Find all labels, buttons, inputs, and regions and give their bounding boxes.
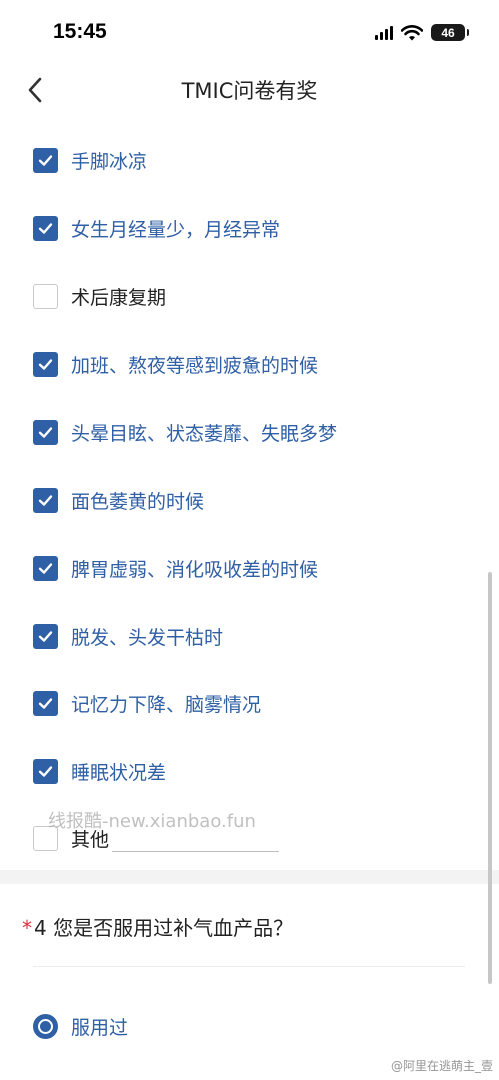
radio-label: 服用过 xyxy=(71,1017,129,1039)
option-label: 记忆力下降、脑雾情况 xyxy=(71,693,262,716)
option-label: 脾胃虚弱、消化吸收差的时候 xyxy=(71,558,319,581)
option-item[interactable]: 术后康复期 xyxy=(33,282,166,310)
checkbox-unchecked-icon[interactable] xyxy=(33,283,58,309)
option-item[interactable]: 手脚冰凉 xyxy=(33,146,147,174)
other-input[interactable] xyxy=(112,851,279,852)
option-label: 面色萎黄的时候 xyxy=(71,490,205,513)
option-item[interactable]: 加班、熬夜等感到疲惫的时候 xyxy=(33,350,318,378)
option-item[interactable]: 女生月经量少，月经异常 xyxy=(33,214,280,242)
watermark-text: 线报酷-new.xianbao.fun xyxy=(48,811,256,832)
option-label: 脱发、头发干枯时 xyxy=(71,626,224,649)
option-item[interactable]: 睡眠状况差 xyxy=(33,757,166,785)
scrollbar[interactable] xyxy=(488,572,492,984)
required-mark: * xyxy=(22,916,32,940)
option-label: 头晕目眩、状态萎靡、失眠多梦 xyxy=(71,422,338,445)
nav-bar: TMIC问卷有奖 xyxy=(0,66,499,114)
option-label: 术后康复期 xyxy=(71,286,167,309)
battery-icon: 46 xyxy=(431,24,469,41)
checkbox-checked-icon[interactable] xyxy=(33,623,58,649)
option-item[interactable]: 记忆力下降、脑雾情况 xyxy=(33,689,261,717)
checkbox-checked-icon[interactable] xyxy=(33,487,58,513)
option-item[interactable]: 面色萎黄的时候 xyxy=(33,486,204,514)
question-title: * 4 您是否服用过补气血产品？ xyxy=(22,912,293,941)
option-item[interactable]: 头晕目眩、状态萎靡、失眠多梦 xyxy=(33,418,337,446)
corner-watermark: @阿里在逃萌主_壹 xyxy=(390,1059,493,1073)
cellular-signal-icon xyxy=(375,25,393,40)
checkbox-checked-icon[interactable] xyxy=(33,351,58,377)
status-icons: 46 xyxy=(375,24,469,41)
option-label: 女生月经量少，月经异常 xyxy=(71,218,281,241)
option-item[interactable]: 脾胃虚弱、消化吸收差的时候 xyxy=(33,554,318,582)
checkbox-checked-icon[interactable] xyxy=(33,419,58,445)
checkbox-checked-icon[interactable] xyxy=(33,215,58,241)
wifi-icon xyxy=(401,24,423,40)
status-time: 15:45 xyxy=(53,20,107,43)
option-label: 加班、熬夜等感到疲惫的时候 xyxy=(71,354,319,377)
option-label: 睡眠状况差 xyxy=(71,761,167,784)
status-bar: 15:45 46 xyxy=(0,0,499,66)
checkbox-checked-icon[interactable] xyxy=(33,758,58,784)
divider xyxy=(33,966,465,967)
option-item[interactable]: 脱发、头发干枯时 xyxy=(33,622,223,650)
checkbox-checked-icon[interactable] xyxy=(33,555,58,581)
checkbox-checked-icon[interactable] xyxy=(33,147,58,173)
radio-selected-icon[interactable] xyxy=(33,1014,58,1039)
option-label: 手脚冰凉 xyxy=(71,150,148,173)
section-divider xyxy=(0,870,499,884)
radio-option-used[interactable]: 服用过 xyxy=(33,1013,128,1040)
checkbox-checked-icon[interactable] xyxy=(33,690,58,716)
question-text: 4 您是否服用过补气血产品？ xyxy=(34,916,294,940)
page-title: TMIC问卷有奖 xyxy=(181,79,318,103)
